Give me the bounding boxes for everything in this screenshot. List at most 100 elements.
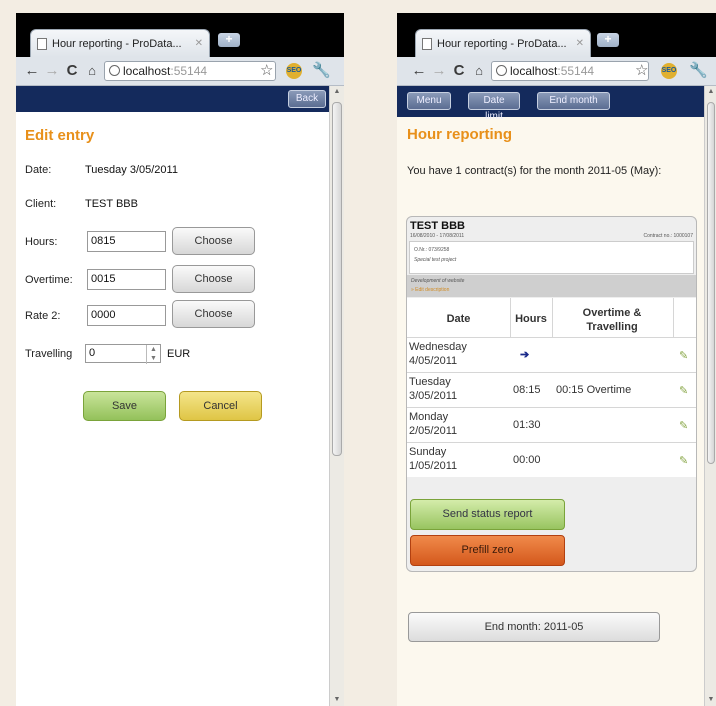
contract-card: TEST BBB 16/08/2010 - 17/08/2011 Contrac… [406, 216, 697, 572]
pencil-icon[interactable]: ✎ [679, 419, 688, 432]
scroll-up-icon[interactable]: ▲ [705, 86, 716, 98]
rate2-input[interactable]: 0000 [87, 305, 166, 326]
scrollbar-thumb[interactable] [332, 102, 342, 456]
send-status-report-button[interactable]: Send status report [410, 499, 565, 530]
tab-strip: Hour reporting - ProData... ✕ + [397, 13, 716, 59]
contracts-summary: You have 1 contract(s) for the month 201… [407, 165, 662, 177]
reload-icon[interactable]: C [451, 61, 467, 81]
row-date: 2/05/2011 [409, 425, 458, 437]
address-port: :55144 [557, 64, 595, 78]
table-row[interactable]: Sunday 1/05/2011 00:00 ✎ [407, 442, 696, 477]
bookmark-star-icon[interactable]: ☆ [635, 61, 648, 81]
page-info-icon [109, 65, 120, 76]
address-bar[interactable]: localhost:55144 [104, 61, 276, 81]
right-arrow-icon[interactable]: ➔ [520, 348, 529, 361]
contract-dates: 16/08/2010 - 17/08/2011 [410, 233, 465, 239]
tab-strip: Hour reporting - ProData... ✕ + [16, 13, 344, 59]
wrench-menu-icon[interactable]: 🔧 [312, 61, 331, 81]
scroll-down-icon[interactable]: ▼ [705, 694, 716, 706]
home-icon[interactable]: ⌂ [84, 61, 100, 81]
browser-toolbar: ← → C ⌂ localhost:55144 ☆ SEO 🔧 [397, 57, 716, 86]
prefill-zero-button[interactable]: Prefill zero [410, 535, 565, 566]
header-overtime-travelling: Overtime & Travelling [582, 307, 642, 333]
overtime-choose-button[interactable]: Choose [172, 265, 255, 293]
wrench-menu-icon[interactable]: 🔧 [689, 61, 708, 81]
date-label: Date: [25, 164, 52, 176]
end-month-button[interactable]: End month: 2011-05 [408, 612, 660, 642]
rate2-label: Rate 2: [25, 310, 61, 322]
row-day: Sunday [409, 446, 447, 458]
page-title: Hour reporting [407, 126, 512, 143]
pencil-icon[interactable]: ✎ [679, 454, 688, 467]
forward-arrow-icon[interactable]: → [431, 61, 447, 81]
row-day: Monday [409, 411, 449, 423]
address-port: :55144 [170, 64, 208, 78]
back-button[interactable]: Back [288, 90, 326, 108]
menu-button[interactable]: Menu [407, 92, 451, 110]
travelling-value: 0 [89, 347, 96, 359]
row-day: Wednesday [409, 341, 467, 353]
page-icon [422, 37, 432, 50]
seo-extension-icon[interactable]: SEO [661, 63, 677, 79]
page-title: Edit entry [25, 127, 95, 144]
date-limit-button[interactable]: Date limit [468, 92, 520, 122]
edit-description-link[interactable]: » Edit description [411, 287, 449, 293]
travelling-label: Travelling [25, 348, 73, 360]
row-date: 4/05/2011 [409, 355, 458, 367]
rate2-choose-button[interactable]: Choose [172, 300, 255, 328]
tab-title: Hour reporting - ProData... [437, 37, 567, 50]
browser-tab[interactable]: Hour reporting - ProData... ✕ [30, 29, 210, 57]
app-navbar: Back [16, 86, 330, 112]
page-viewport: Menu Date limit End month Hour reporting… [397, 86, 705, 706]
browser-window-edit-entry: Hour reporting - ProData... ✕ + ← → C ⌂ … [16, 13, 344, 706]
page-scrollbar[interactable]: ▲ ▼ [329, 86, 344, 706]
contract-details: O.Nr.: 073/9258 Special test project [409, 241, 694, 274]
seo-extension-icon[interactable]: SEO [286, 63, 302, 79]
close-tab-icon[interactable]: ✕ [191, 38, 203, 49]
row-day: Tuesday [409, 376, 451, 388]
back-arrow-icon[interactable]: ← [24, 61, 40, 81]
close-tab-icon[interactable]: ✕ [572, 38, 584, 49]
header-hours: Hours [515, 313, 547, 325]
cancel-button[interactable]: Cancel [179, 391, 262, 421]
page-icon [37, 37, 47, 50]
reload-icon[interactable]: C [64, 61, 80, 81]
back-arrow-icon[interactable]: ← [411, 61, 427, 81]
scrollbar-thumb[interactable] [707, 102, 715, 464]
order-number: O.Nr.: 073/9258 [414, 247, 450, 253]
currency-label: EUR [167, 348, 191, 360]
row-date: 1/05/2011 [409, 460, 458, 472]
table-row[interactable]: Tuesday 3/05/2011 08:15 00:15 Overtime ✎ [407, 372, 696, 407]
save-button[interactable]: Save [83, 391, 166, 421]
contract-client-name: TEST BBB [410, 220, 465, 232]
pencil-icon[interactable]: ✎ [679, 349, 688, 362]
scroll-down-icon[interactable]: ▼ [330, 694, 344, 706]
new-tab-button[interactable]: + [597, 33, 619, 47]
overtime-input[interactable]: 0015 [87, 269, 166, 290]
address-host: localhost [123, 64, 171, 78]
header-date: Date [446, 313, 471, 325]
table-row[interactable]: Monday 2/05/2011 01:30 ✎ [407, 407, 696, 442]
forward-arrow-icon[interactable]: → [44, 61, 60, 81]
end-month-top-button[interactable]: End month [537, 92, 610, 110]
address-bar[interactable]: localhost:55144 [491, 61, 649, 81]
hours-label: Hours: [25, 236, 58, 248]
travelling-input[interactable]: 0 ▲ ▼ [85, 344, 161, 364]
client-label: Client: [25, 198, 57, 210]
table-row[interactable]: Wednesday 4/05/2011 ➔ ✎ [407, 337, 696, 372]
browser-toolbar: ← → C ⌂ localhost:55144 ☆ SEO 🔧 [16, 57, 344, 86]
hours-table: Date Hours Overtime & Travelling Wednesd… [407, 298, 696, 477]
new-tab-button[interactable]: + [218, 33, 240, 47]
page-scrollbar[interactable]: ▲ ▼ [704, 86, 716, 706]
home-icon[interactable]: ⌂ [471, 61, 487, 81]
spinner-arrows-icon[interactable]: ▲ ▼ [146, 345, 160, 364]
browser-tab[interactable]: Hour reporting - ProData... ✕ [415, 29, 591, 57]
hours-choose-button[interactable]: Choose [172, 227, 255, 255]
contract-number: Contract no.: 1000107 [643, 233, 693, 239]
tab-title: Hour reporting - ProData... [52, 37, 182, 50]
hours-input[interactable]: 0815 [87, 231, 166, 252]
bookmark-star-icon[interactable]: ☆ [260, 61, 273, 81]
scroll-up-icon[interactable]: ▲ [330, 86, 344, 98]
page-viewport: Back Edit entry Date: Tuesday 3/05/2011 … [16, 86, 330, 706]
pencil-icon[interactable]: ✎ [679, 384, 688, 397]
